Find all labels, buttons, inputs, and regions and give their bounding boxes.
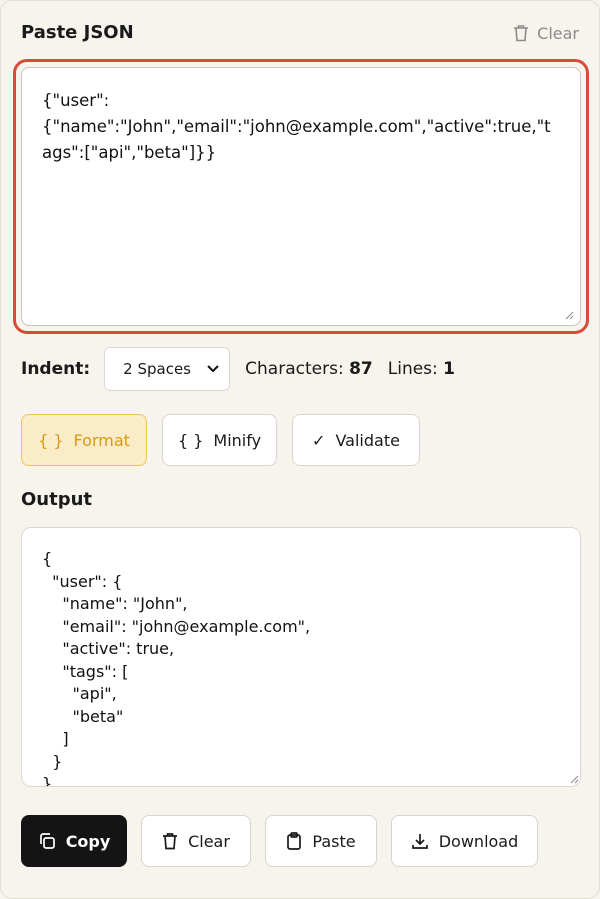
indent-select-value: 2 Spaces — [123, 360, 191, 378]
clear-label: Clear — [188, 831, 230, 851]
clipboard-icon — [286, 832, 302, 850]
resize-grip-icon[interactable] — [569, 774, 579, 784]
lines-stat: Lines: 1 — [388, 359, 455, 379]
characters-label: Characters: — [245, 359, 344, 379]
format-label: Format — [73, 430, 130, 450]
characters-count: 87 — [349, 359, 373, 379]
json-input-focus-ring: {"user": {"name":"John","email":"john@ex… — [13, 59, 589, 334]
minify-button[interactable]: { } Minify — [162, 414, 277, 466]
header-clear-button[interactable]: Clear — [513, 21, 579, 45]
clear-button[interactable]: Clear — [141, 815, 251, 867]
lines-count: 1 — [443, 359, 456, 379]
validate-button[interactable]: ✓ Validate — [292, 414, 420, 466]
characters-stat: Characters: 87 — [245, 359, 373, 379]
download-button[interactable]: Download — [391, 815, 538, 867]
json-output-textarea[interactable]: { "user": { "name": "John", "email": "jo… — [21, 527, 581, 787]
json-input-textarea[interactable]: {"user": {"name":"John","email":"john@ex… — [21, 67, 581, 326]
chevron-down-icon — [207, 365, 219, 373]
json-formatter-panel: Paste JSON Clear {"user": {"name":"John"… — [0, 0, 600, 899]
indent-label: Indent: — [21, 359, 91, 379]
header-clear-label: Clear — [537, 23, 579, 43]
braces-icon: { } — [38, 430, 64, 450]
copy-label: Copy — [65, 831, 111, 851]
copy-button[interactable]: Copy — [21, 815, 127, 867]
check-icon: ✓ — [312, 430, 326, 450]
paste-label: Paste — [312, 831, 356, 851]
indent-row: Indent: 2 Spaces Characters: 87 Lines: 1 — [21, 347, 455, 391]
input-title: Paste JSON — [21, 22, 134, 43]
input-header: Paste JSON Clear — [21, 21, 579, 45]
format-button[interactable]: { } Format — [21, 414, 147, 466]
copy-icon — [38, 832, 56, 850]
download-label: Download — [438, 831, 519, 851]
validate-label: Validate — [335, 430, 400, 450]
resize-grip-icon[interactable] — [564, 310, 574, 320]
trash-icon — [162, 832, 178, 850]
lines-label: Lines: — [387, 359, 438, 379]
trash-icon — [513, 24, 529, 42]
paste-button[interactable]: Paste — [265, 815, 377, 867]
minify-label: Minify — [213, 430, 262, 450]
braces-icon: { } — [177, 430, 204, 450]
indent-select[interactable]: 2 Spaces — [104, 347, 231, 391]
output-title: Output — [21, 489, 93, 510]
download-icon — [411, 832, 429, 850]
